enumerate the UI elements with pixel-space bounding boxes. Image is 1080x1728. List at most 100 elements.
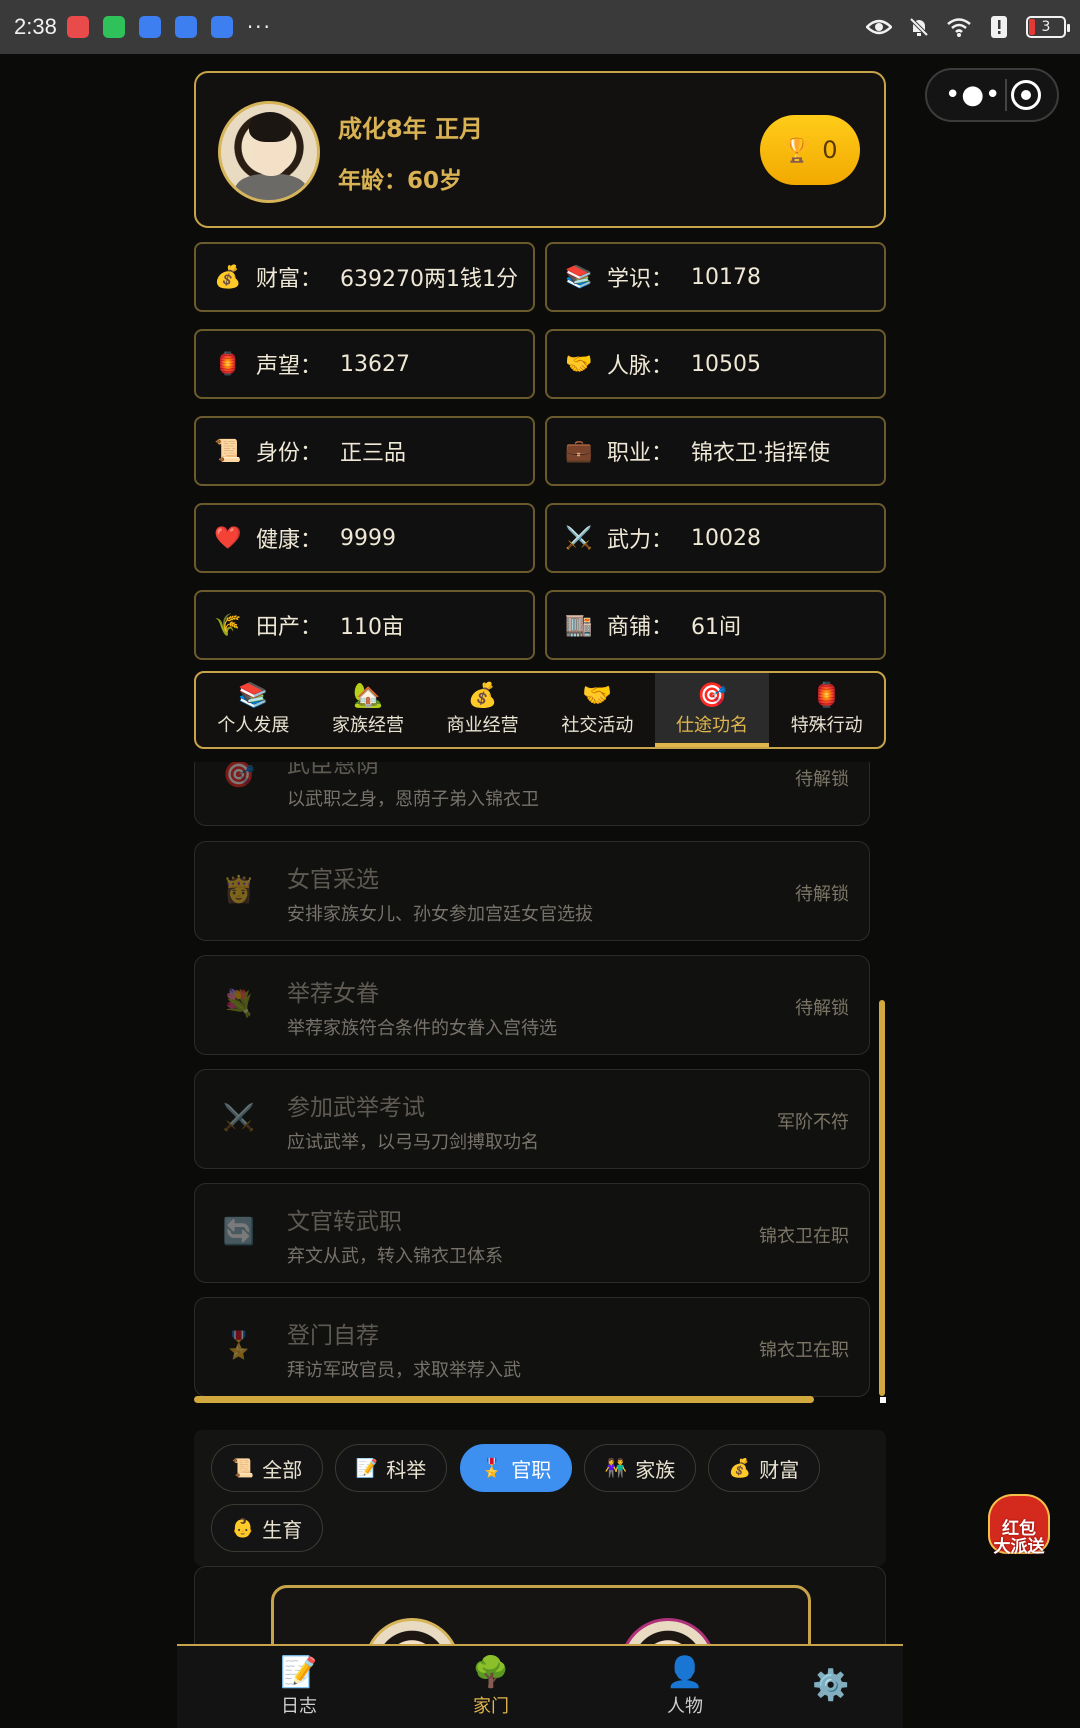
stat-label: 人脉： (607, 354, 674, 379)
medal-icon: 🎖️ (222, 1331, 256, 1361)
action-item[interactable]: 🎯 武臣恩荫 以武职之身，恩荫子弟入锦衣卫 待解锁 (194, 762, 870, 826)
horizontal-scroll-thumb[interactable] (194, 1396, 814, 1403)
stat-label: 商铺： (607, 615, 674, 640)
action-item[interactable]: ⚔️ 参加武举考试 应试武举，以弓马刀剑搏取功名 军阶不符 (194, 1069, 870, 1169)
stat-label: 田产： (256, 615, 323, 640)
action-title: 武臣恩荫 (287, 762, 379, 778)
filter-all[interactable]: 📜 全部 (211, 1444, 323, 1492)
stat-value: 正三品 (340, 441, 407, 466)
action-list[interactable]: 🎯 武臣恩荫 以武职之身，恩荫子弟入锦衣卫 待解锁 👸 女官采选 安排家族女儿、… (194, 762, 886, 1398)
trophy-count: 0 (822, 136, 838, 164)
tab-label: 仕途功名 (676, 715, 749, 736)
tab-family-management[interactable]: 🏡 家族经营 (311, 673, 426, 747)
stat-label: 财富： (256, 267, 323, 292)
handshake-icon: 🤝 (582, 681, 613, 709)
stat-label: 声望： (256, 354, 323, 379)
status-bar: 2:38 ··· 3 (0, 0, 1080, 54)
filter-official[interactable]: 🎖️ 官职 (460, 1444, 572, 1492)
stat-farmland: 🌾 田产： 110亩 (194, 590, 535, 660)
trophy-icon: 🏆 (782, 136, 813, 164)
money-bag-icon: 💰 (467, 681, 498, 709)
tab-personal-development[interactable]: 📚 个人发展 (196, 673, 311, 747)
action-description: 弃文从武，转入锦衣卫体系 (287, 1246, 503, 1267)
stat-connections: 🤝 人脉： 10505 (545, 329, 886, 399)
tab-social[interactable]: 🤝 社交活动 (540, 673, 655, 747)
briefcase-icon: 💼 (565, 438, 593, 464)
gear-icon: ⚙️ (812, 1668, 850, 1703)
stat-value: 61间 (691, 615, 741, 640)
app-icon (174, 16, 197, 38)
action-description: 安排家族女儿、孙女参加宫廷女官选拔 (287, 904, 593, 925)
tab-career[interactable]: 🎯 仕途功名 (654, 673, 770, 747)
nav-label: 日志 (281, 1696, 317, 1717)
capsule-divider (1005, 79, 1008, 111)
action-description: 以武职之身，恩荫子弟入锦衣卫 (287, 789, 539, 810)
filter-bar: 📜 全部 📝 科举 🎖️ 官职 👫 家族 💰 财富 👶 生育 (194, 1430, 886, 1566)
vertical-scroll-thumb[interactable] (879, 1000, 885, 1396)
close-miniprogram-icon[interactable] (1010, 80, 1041, 110)
more-menu-icon[interactable]: •●• (945, 82, 1001, 108)
miniprogram-capsule: •●• (925, 68, 1059, 122)
action-title: 文官转武职 (287, 1209, 402, 1235)
handshake-icon: 🤝 (565, 351, 593, 377)
target-icon: 🎯 (222, 762, 256, 790)
scroll-icon: 📜 (231, 1457, 255, 1479)
stat-occupation: 💼 职业： 锦衣卫·指挥使 (545, 416, 886, 486)
promo-text-line2: 大派送 (993, 1537, 1045, 1557)
nav-label: 家门 (473, 1696, 509, 1717)
crossed-swords-icon: ⚔️ (565, 525, 593, 551)
crossed-swords-icon: ⚔️ (222, 1103, 256, 1133)
lantern-icon: 🏮 (811, 681, 842, 709)
game-date: 成化8年 正月 (338, 115, 484, 143)
promo-text: 红包 大派送 (980, 1520, 1058, 1556)
filter-label: 财富 (759, 1457, 800, 1482)
tab-label: 个人发展 (217, 715, 290, 736)
avatar-hair (249, 112, 291, 142)
action-item[interactable]: 💐 举荐女眷 举荐家族符合条件的女眷入宫待选 待解锁 (194, 955, 870, 1055)
filter-childbirth[interactable]: 👶 生育 (211, 1504, 323, 1552)
stat-label: 学识： (607, 267, 674, 292)
scroll-corner (880, 1397, 886, 1403)
tab-label: 社交活动 (561, 715, 634, 736)
action-status: 待解锁 (795, 769, 849, 790)
battery-icon: 3 (1026, 16, 1070, 38)
money-bag-icon: 💰 (214, 264, 242, 290)
person-icon: 👤 (666, 1655, 704, 1690)
tab-business[interactable]: 💰 商业经营 (425, 673, 540, 747)
nav-family[interactable]: 🌳 家门 (431, 1646, 551, 1728)
trophy-button[interactable]: 🏆 0 (760, 115, 860, 185)
filter-family[interactable]: 👫 家族 (584, 1444, 696, 1492)
action-title: 参加武举考试 (287, 1095, 425, 1121)
filter-wealth[interactable]: 💰 财富 (708, 1444, 820, 1492)
nav-characters[interactable]: 👤 人物 (625, 1646, 745, 1728)
scroll-icon: 📜 (214, 438, 242, 464)
category-tabs: 📚 个人发展 🏡 家族经营 💰 商业经营 🤝 社交活动 🎯 仕途功名 🏮 特殊行… (194, 671, 886, 749)
stat-label: 武力： (607, 528, 674, 553)
avatar[interactable] (218, 101, 320, 203)
filter-label: 全部 (262, 1457, 303, 1482)
filter-exam[interactable]: 📝 科举 (335, 1444, 447, 1492)
action-status: 锦衣卫在职 (759, 1340, 849, 1361)
alert-icon (986, 16, 1012, 38)
stat-health: ❤️ 健康： 9999 (194, 503, 535, 573)
stat-prestige: 🏮 声望： 13627 (194, 329, 535, 399)
action-item[interactable]: 👸 女官采选 安排家族女儿、孙女参加宫廷女官选拔 待解锁 (194, 841, 870, 941)
tab-special-actions[interactable]: 🏮 特殊行动 (769, 673, 884, 747)
action-item[interactable]: 🔄 文官转武职 弃文从武，转入锦衣卫体系 锦衣卫在职 (194, 1183, 870, 1283)
shop-icon: 🏬 (565, 612, 593, 638)
browser-icon (138, 16, 161, 38)
books-icon: 📚 (238, 681, 269, 709)
red-packet-promo[interactable]: 红包 大派送 (980, 1476, 1058, 1560)
stat-label: 身份： (256, 441, 323, 466)
stat-knowledge: 📚 学识： 10178 (545, 242, 886, 312)
nav-log[interactable]: 📝 日志 (239, 1646, 359, 1728)
action-description: 举荐家族符合条件的女眷入宫待选 (287, 1018, 557, 1039)
medal-icon: 🎖️ (480, 1457, 504, 1479)
filter-label: 生育 (262, 1517, 303, 1542)
app-notification-icon (66, 16, 89, 38)
nav-settings[interactable]: ⚙️ (771, 1646, 891, 1728)
character-age: 年龄：60岁 (338, 168, 463, 194)
target-icon: 🎯 (697, 681, 727, 709)
eye-icon (866, 16, 892, 38)
action-item[interactable]: 🎖️ 登门自荐 拜访军政官员，求取举荐入武 锦衣卫在职 (194, 1297, 870, 1397)
